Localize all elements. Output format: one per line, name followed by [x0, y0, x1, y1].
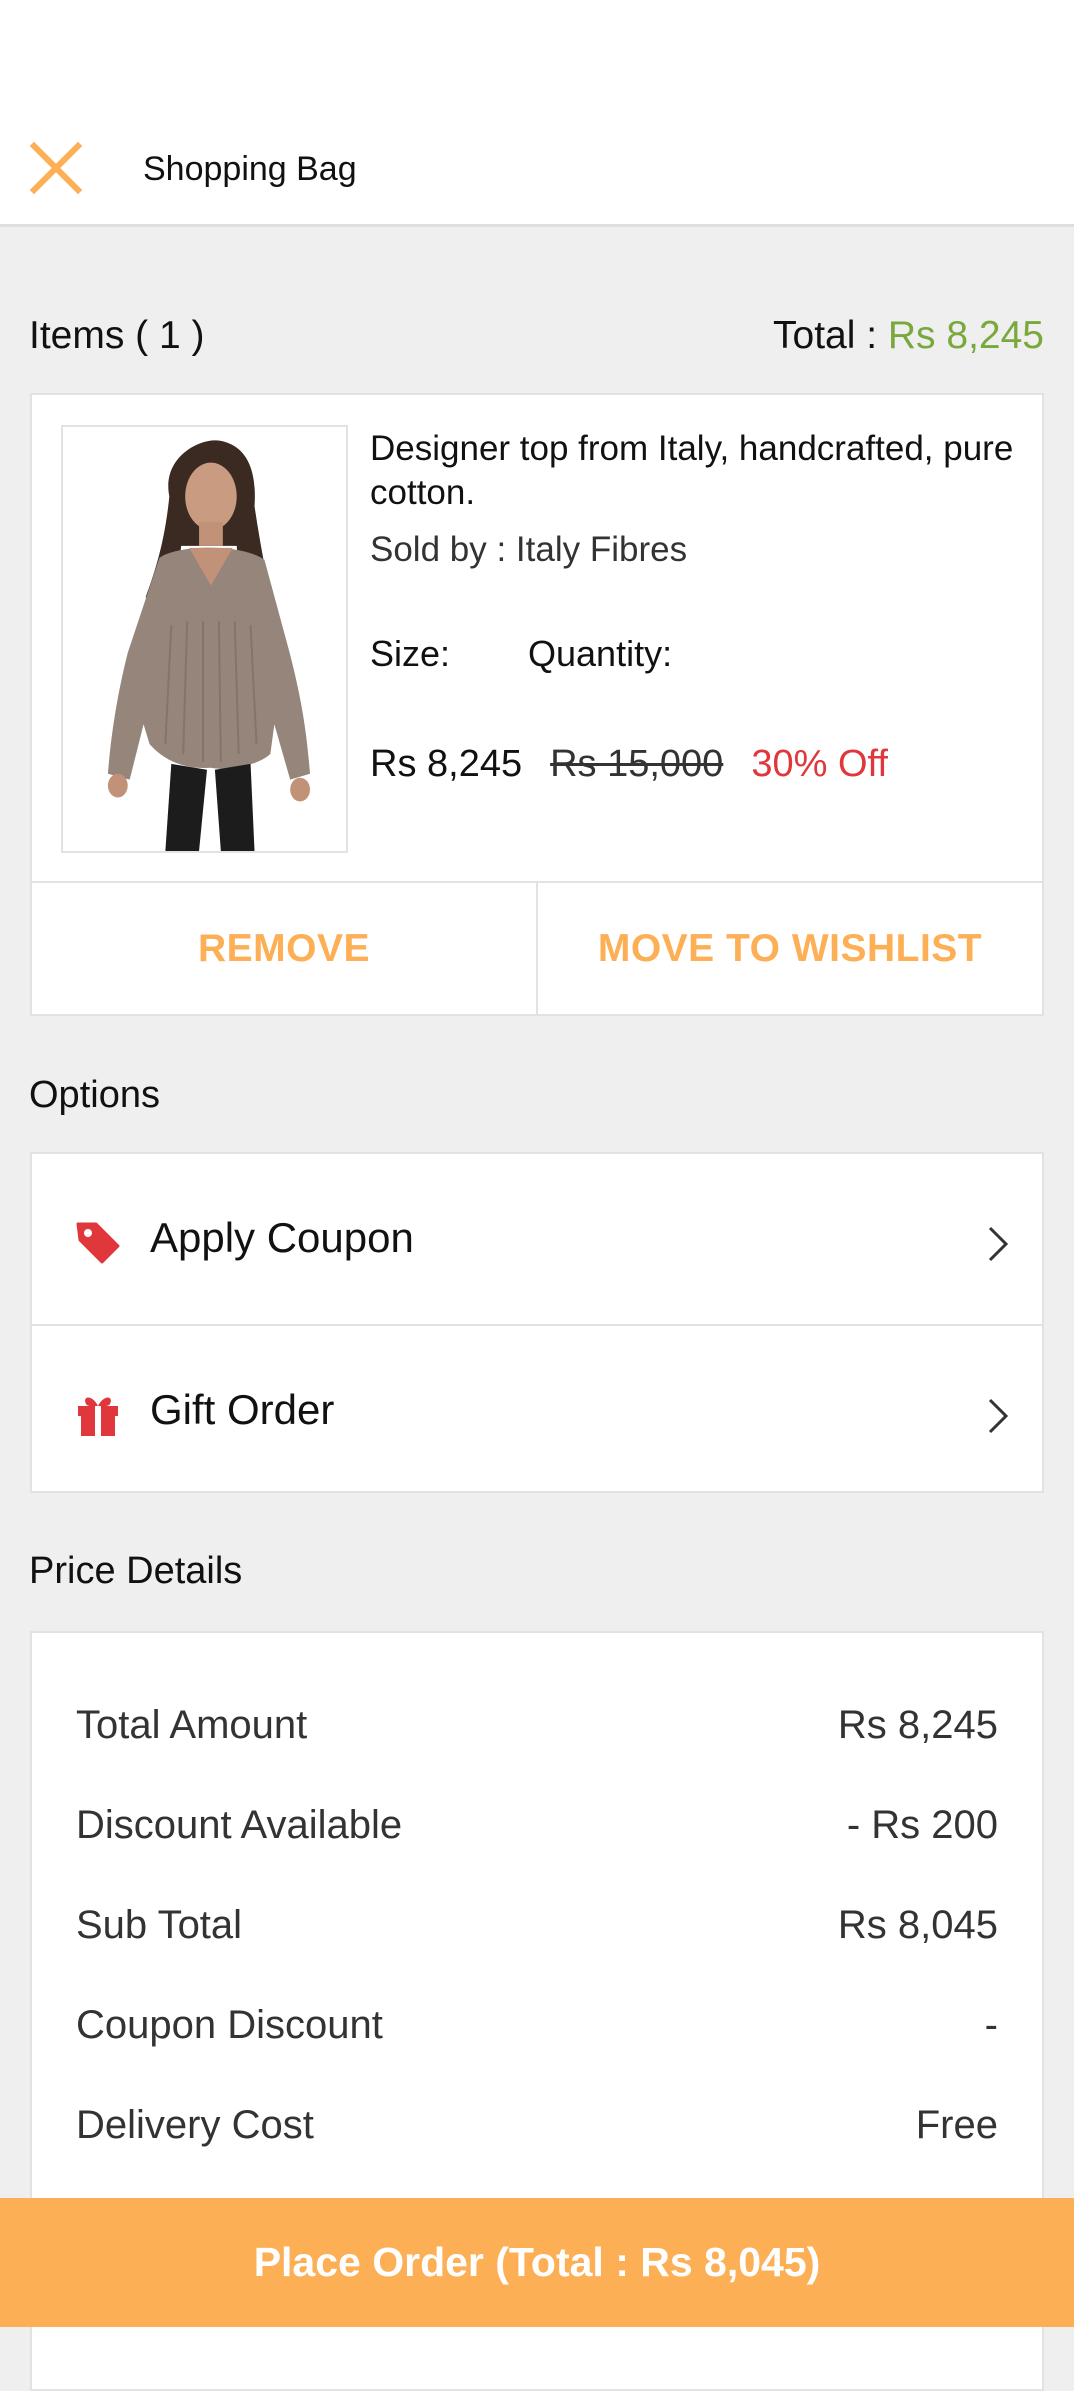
- gift-order-label: Gift Order: [150, 1386, 335, 1433]
- gift-order-option[interactable]: Gift Order: [32, 1324, 1042, 1495]
- price-row-discount: Discount Available - Rs 200: [76, 1803, 998, 1863]
- seller-name: Sold by : Italy Fibres: [370, 530, 688, 569]
- cart-item-card: Designer top from Italy, handcrafted, pu…: [30, 393, 1044, 1016]
- bag-summary: Items ( 1 ) Total : Rs 8,245: [29, 314, 1044, 364]
- price-row-value: Free: [915, 2103, 998, 2147]
- price-row-label: Coupon Discount: [76, 2003, 383, 2047]
- price-row-value: -: [984, 2003, 998, 2047]
- price-row-value: - Rs 200: [846, 1803, 998, 1847]
- bag-total-label: Total :: [773, 314, 888, 357]
- quantity-label: Quantity:: [528, 633, 673, 674]
- product-image[interactable]: [61, 425, 348, 853]
- move-to-wishlist-button[interactable]: MOVE TO WISHLIST: [536, 883, 1042, 1014]
- tag-icon: [74, 1218, 122, 1266]
- price-row-label: Sub Total: [76, 1903, 243, 1947]
- place-order-button[interactable]: Place Order (Total : Rs 8,045): [0, 2198, 1074, 2327]
- size-label: Size:: [370, 633, 451, 674]
- item-price: Rs 8,245: [370, 743, 523, 785]
- items-count: Items ( 1 ): [29, 314, 205, 357]
- price-row: Rs 8,245 Rs 15,000 30% Off: [370, 743, 888, 786]
- top-bar: Shopping Bag: [0, 0, 1074, 227]
- price-row-label: Discount Available: [76, 1803, 403, 1847]
- discount-badge: 30% Off: [751, 743, 888, 785]
- product-name[interactable]: Designer top from Italy, handcrafted, pu…: [370, 427, 1030, 515]
- chevron-right-icon: [986, 1224, 1010, 1264]
- price-row-delivery-cost: Delivery Cost Free: [76, 2103, 998, 2163]
- remove-button[interactable]: REMOVE: [32, 883, 536, 1014]
- price-details-title: Price Details: [29, 1550, 243, 1592]
- page-title: Shopping Bag: [143, 150, 357, 188]
- bag-total-value: Rs 8,245: [887, 314, 1044, 357]
- price-row-subtotal: Sub Total Rs 8,045: [76, 1903, 998, 1963]
- gift-icon: [74, 1390, 122, 1438]
- price-row-label: Delivery Cost: [76, 2103, 314, 2147]
- item-actions: REMOVE MOVE TO WISHLIST: [32, 881, 1042, 1014]
- price-row-label: Total Amount: [76, 1703, 308, 1747]
- apply-coupon-label: Apply Coupon: [150, 1214, 414, 1261]
- options-title: Options: [29, 1074, 160, 1116]
- options-card: Apply Coupon Gift Order: [30, 1152, 1044, 1493]
- product-photo-icon: [63, 427, 346, 851]
- item-mrp: Rs 15,000: [550, 743, 724, 785]
- price-row-total-amount: Total Amount Rs 8,245: [76, 1703, 998, 1763]
- price-row-value: Rs 8,245: [837, 1703, 998, 1747]
- apply-coupon-option[interactable]: Apply Coupon: [32, 1154, 1042, 1323]
- close-button[interactable]: [28, 140, 84, 196]
- chevron-right-icon: [986, 1396, 1010, 1436]
- close-icon: [29, 141, 83, 195]
- price-row-coupon-discount: Coupon Discount -: [76, 2003, 998, 2063]
- bag-total: Total : Rs 8,245: [773, 314, 1044, 358]
- price-row-value: Rs 8,045: [837, 1903, 998, 1947]
